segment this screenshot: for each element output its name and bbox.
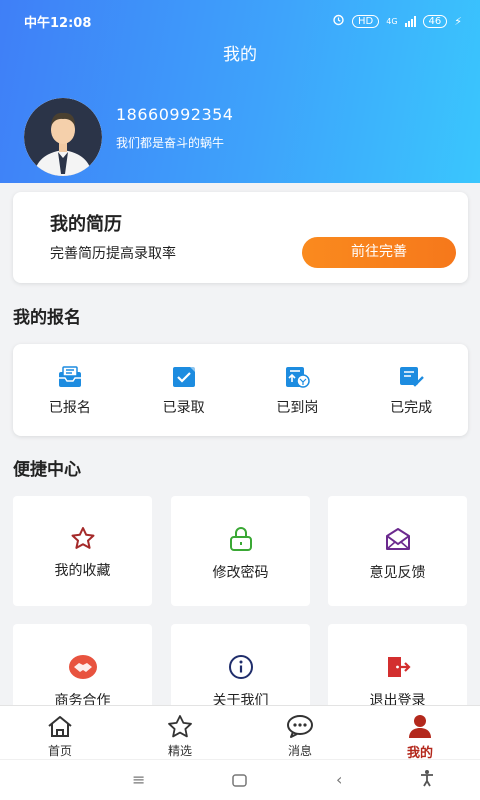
- resume-title: 我的简历: [50, 214, 122, 235]
- accessibility-icon[interactable]: [420, 769, 434, 791]
- info-icon: [228, 655, 253, 679]
- home-icon: [48, 716, 72, 737]
- status-bar: 中午12:08 HD 4G 46 ⚡: [24, 10, 462, 32]
- shortcut-change-password[interactable]: 修改密码: [171, 496, 310, 606]
- tab-label: 消息: [287, 744, 312, 758]
- applications-item-label: 已完成: [390, 400, 433, 416]
- handshake-icon: [68, 655, 97, 679]
- resume-subtitle: 完善简历提高录取率: [50, 246, 176, 262]
- resume-card: 我的简历 完善简历提高录取率 前往完善: [13, 192, 468, 283]
- applications-item-label: 已到岗: [276, 400, 319, 416]
- shortcut-feedback[interactable]: 意见反馈: [328, 496, 467, 606]
- lock-icon: [229, 527, 252, 551]
- user-icon: [409, 715, 431, 738]
- applications-item-label: 已录取: [162, 400, 205, 416]
- complete-resume-button[interactable]: 前往完善: [302, 237, 456, 268]
- shortcut-label: 意见反馈: [369, 565, 426, 581]
- upload-calendar-icon: [284, 367, 311, 392]
- section-title-shortcuts: 便捷中心: [13, 460, 81, 480]
- tab-messages[interactable]: 消息: [240, 706, 360, 759]
- bottom-tab-bar: 首页 精选 消息 我的: [0, 705, 480, 761]
- logout-icon: [387, 657, 411, 677]
- user-phone: 18660992354: [116, 105, 234, 124]
- alarm-icon: [332, 13, 345, 29]
- menu-icon[interactable]: ≡: [132, 770, 145, 789]
- signal-icon: [404, 15, 416, 27]
- star-icon: [71, 527, 94, 549]
- applications-card: 已报名 已录取 已到岗 已完成: [13, 344, 468, 436]
- applications-item-completed[interactable]: 已完成: [354, 344, 468, 436]
- avatar[interactable]: [24, 98, 102, 176]
- star-outline-icon: [168, 715, 192, 738]
- applications-item-registered[interactable]: 已报名: [13, 344, 127, 436]
- status-time: 中午12:08: [24, 15, 92, 31]
- tab-label: 精选: [167, 744, 192, 758]
- charging-icon: ⚡: [454, 14, 462, 28]
- tab-featured[interactable]: 精选: [120, 706, 240, 759]
- tab-home[interactable]: 首页: [0, 706, 120, 759]
- network-type: 4G: [386, 16, 398, 26]
- back-icon[interactable]: ‹: [336, 770, 342, 789]
- checkbox-icon: [172, 367, 196, 392]
- user-motto: 我们都是奋斗的蜗牛: [116, 136, 225, 150]
- shortcut-label: 修改密码: [212, 565, 269, 581]
- applications-item-admitted[interactable]: 已录取: [127, 344, 241, 436]
- home-square-icon[interactable]: [232, 772, 247, 791]
- shortcut-label: 我的收藏: [54, 563, 111, 579]
- envelope-icon: [385, 528, 410, 550]
- tab-label: 首页: [47, 744, 72, 758]
- section-title-applications: 我的报名: [13, 308, 81, 328]
- document-check-icon: [398, 367, 424, 392]
- applications-item-onboard[interactable]: 已到岗: [241, 344, 355, 436]
- page-title: 我的: [223, 45, 257, 65]
- chat-icon: [287, 715, 313, 738]
- battery-level: 46: [422, 14, 448, 28]
- applications-item-label: 已报名: [48, 400, 91, 416]
- hd-badge: HD: [352, 14, 380, 28]
- inbox-icon: [57, 366, 83, 392]
- shortcut-favorites[interactable]: 我的收藏: [13, 496, 152, 606]
- tab-mine[interactable]: 我的: [360, 706, 480, 761]
- system-navigation-bar: ≡ ‹: [0, 759, 480, 800]
- profile-header: 中午12:08 HD 4G 46 ⚡ 我的 18660992354 我们都是奋斗…: [0, 0, 480, 183]
